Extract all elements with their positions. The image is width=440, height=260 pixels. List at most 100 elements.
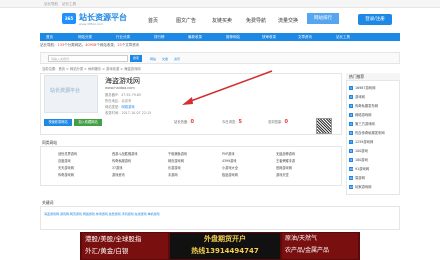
sub-navigation: 首页 网站分类 行业分类 排行榜 最新收录 推荐网站 快审收录 文章资讯 站长工… xyxy=(40,33,400,41)
nav-ads[interactable]: 图文广告 xyxy=(176,17,196,24)
hot-item[interactable]: 11 易游网 xyxy=(349,175,365,180)
qr-code xyxy=(316,118,332,134)
hot-item[interactable]: 6 热血传奇私服发布网 xyxy=(349,130,385,135)
metric-heat-label: 站长热度： xyxy=(174,120,191,124)
related-item[interactable]: 西游斗战胜佛游戏 xyxy=(112,151,138,156)
subnav-item[interactable]: 行业分类 xyxy=(116,35,130,40)
loc-label: 所在地区： xyxy=(105,99,122,103)
top-link-tools[interactable]: 站长工具 xyxy=(62,2,76,7)
hot-item-label: 16987游戏网 xyxy=(355,86,376,90)
hot-item[interactable]: 7 1259游戏网 xyxy=(349,139,373,144)
hot-item[interactable]: 5 第三方游戏网 xyxy=(349,121,375,126)
nav-free[interactable]: 免费导航 xyxy=(246,17,266,24)
related-item[interactable]: 手游网 xyxy=(168,172,178,177)
ad-banner-right: 原油/天然气 农产品/金属产品 xyxy=(282,233,358,259)
rank-badge: 9 xyxy=(349,158,353,162)
hot-item-label: 游戏网 xyxy=(355,95,365,99)
related-item[interactable]: 王者荣耀手游 xyxy=(276,158,295,163)
hot-item[interactable]: 8 100游戏 xyxy=(349,148,368,153)
related-item[interactable]: 网页游戏网 xyxy=(168,158,184,163)
hot-item[interactable]: 10 91游戏网 xyxy=(349,166,369,171)
related-item[interactable]: 乐游游戏 xyxy=(168,165,181,170)
ad-text: 热线13914494747 xyxy=(191,247,259,255)
cat-value[interactable]: 网络游戏 xyxy=(121,105,134,109)
subnav-item[interactable]: 文章资讯 xyxy=(298,35,312,40)
add-favorite-button[interactable]: 加入收藏网站 xyxy=(74,119,102,126)
hot-item[interactable]: 9 180游戏 xyxy=(349,157,368,162)
related-item[interactable]: 小游戏大全 xyxy=(222,165,238,170)
hot-item-label: 180游戏 xyxy=(355,158,368,162)
date-label: 收录时间： xyxy=(105,111,122,115)
nav-traffic[interactable]: 流量交换 xyxy=(278,17,298,24)
related-item[interactable]: 传奇私服游戏 xyxy=(112,158,131,163)
related-item[interactable]: 极品游戏网 xyxy=(222,172,238,177)
subnav-item[interactable]: 推荐网站 xyxy=(226,35,240,40)
hot-item[interactable]: 4 网络游戏网 xyxy=(349,112,371,117)
hot-item[interactable]: 2 游戏网 xyxy=(349,94,365,99)
site-url[interactable]: www.haidao.com xyxy=(105,86,135,90)
hot-item-label: 第三方游戏网 xyxy=(355,122,375,126)
subnav-item[interactable]: 快审收录 xyxy=(262,35,276,40)
nav-links[interactable]: 友链买卖 xyxy=(212,17,232,24)
stats-count-sites: 40958 xyxy=(85,43,97,47)
cat-label: 网站类型： xyxy=(105,105,122,109)
related-panel xyxy=(40,146,342,186)
related-item[interactable]: 传奇游戏网 xyxy=(58,172,74,177)
related-item[interactable]: 游戏资讯 xyxy=(112,172,125,177)
hot-item[interactable]: 1 16987游戏网 xyxy=(349,85,375,90)
search-cat[interactable]: 网站 xyxy=(150,57,156,61)
top-link-nav[interactable]: 站长导航 xyxy=(44,2,58,7)
login-button[interactable]: 登录/注册 xyxy=(358,14,392,25)
site-stats: 站长导航：133个分类网站，40958个网站收录，25个文章资讯 xyxy=(40,43,400,51)
related-item[interactable]: 37游戏 xyxy=(112,165,122,170)
search-cat[interactable]: 资讯 xyxy=(174,57,180,61)
ad-text: 外汇/黄金/白银 xyxy=(85,247,129,255)
subnav-item[interactable]: 首页 xyxy=(46,35,53,40)
logo-sub: www.365zz.com xyxy=(79,22,104,26)
related-item[interactable]: 官网游戏网 xyxy=(276,165,292,170)
keywords-panel xyxy=(40,206,400,230)
hot-item-label: 热血传奇私服发布网 xyxy=(355,131,385,135)
metric-total-label: 总浏览量： xyxy=(268,120,285,124)
related-item[interactable]: 无敌战神游戏 xyxy=(276,151,295,156)
nav-ranking[interactable]: 网站排行 xyxy=(307,13,339,24)
subnav-item[interactable]: 最新收录 xyxy=(188,35,202,40)
logo-mark[interactable]: 365 xyxy=(62,13,76,24)
subnav-item[interactable]: 排行榜 xyxy=(154,35,165,40)
keywords-text[interactable]: 海盗游戏网,游戏网,网页游戏,网络游戏,休闲游戏,免费游戏,手机游戏,在线游戏,… xyxy=(44,212,344,216)
quick-submit-button[interactable]: 快速收录网站 xyxy=(44,119,72,126)
stats-prefix: 站长导航： xyxy=(40,43,58,47)
hot-item[interactable]: 12 玩家游戏网 xyxy=(349,184,371,189)
ad-text: 港股/美股/全球股指 xyxy=(85,235,142,243)
ip-value: 47.92.79.65 xyxy=(121,93,142,97)
rank-badge: 8 xyxy=(349,149,353,153)
hot-item[interactable]: 3 传奇私服发布网 xyxy=(349,103,378,108)
site-thumbnail[interactable] xyxy=(44,75,98,113)
related-item[interactable]: 创世灵界游戏 xyxy=(58,151,77,156)
related-item[interactable]: 4399游戏 xyxy=(222,158,237,163)
nav-home[interactable]: 首页 xyxy=(148,17,158,24)
metric-total: 总浏览量：0 xyxy=(268,119,288,125)
related-item[interactable]: 百度游戏 xyxy=(58,158,71,163)
subnav-item[interactable]: 网站分类 xyxy=(78,35,92,40)
rank-badge: 6 xyxy=(349,131,353,135)
search-input[interactable]: 请输入关键词 xyxy=(48,55,128,62)
related-item[interactable]: 天天游戏网 xyxy=(58,165,74,170)
ad-banner-mid: 外盘期货开户 热线13914494747 xyxy=(170,233,280,259)
search-button[interactable]: 搜索 xyxy=(130,55,142,62)
related-item[interactable]: 游戏天堂 xyxy=(276,172,289,177)
date-value: 2017-10-07 22:15 xyxy=(121,111,152,115)
rank-badge: 2 xyxy=(349,95,353,99)
subnav-item[interactable]: 站长工具 xyxy=(336,35,350,40)
metric-heat-value: 0 xyxy=(190,119,194,125)
search-cat[interactable]: 文章 xyxy=(162,57,168,61)
ad-banner-left: 港股/美股/全球股指 外汇/黄金/白银 xyxy=(82,233,168,259)
related-item[interactable]: 千炮捕鱼游戏 xyxy=(168,151,187,156)
rank-badge: 7 xyxy=(349,140,353,144)
stats-mid2: 个网站收录， xyxy=(96,43,118,47)
ad-text: 农产品/金属产品 xyxy=(285,247,330,254)
site-location-row: 所在地区：北京市 xyxy=(105,98,131,103)
related-item[interactable]: PVP游戏 xyxy=(222,151,234,156)
hot-item-label: 100游戏 xyxy=(355,149,368,153)
site-ip-row: 服务器IP：47.92.79.65 xyxy=(105,92,141,97)
